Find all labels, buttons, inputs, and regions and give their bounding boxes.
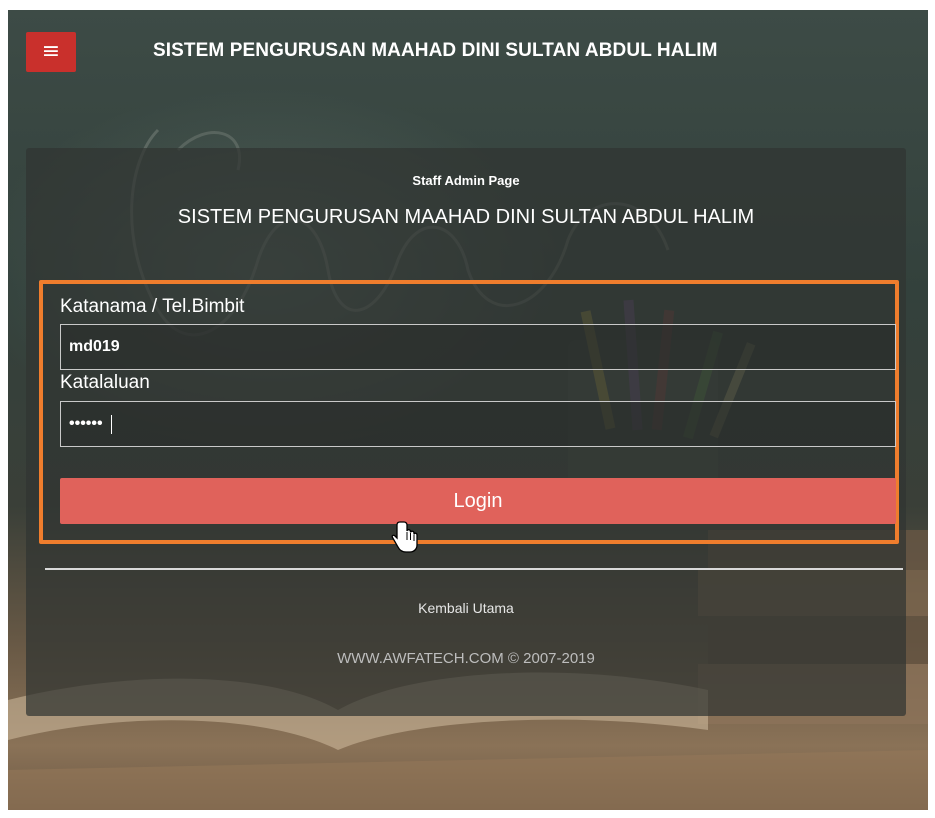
password-input[interactable] bbox=[60, 401, 896, 447]
username-label: Katanama / Tel.Bimbit bbox=[60, 296, 245, 317]
menu-button[interactable]: ≡ bbox=[26, 32, 76, 72]
hamburger-menu-icon: ≡ bbox=[41, 39, 61, 64]
login-panel: Staff Admin Page SISTEM PENGURUSAN MAAHA… bbox=[26, 148, 906, 716]
copyright-text: WWW.AWFATECH.COM © 2007-2019 bbox=[337, 650, 595, 667]
staff-admin-heading: Staff Admin Page bbox=[412, 173, 520, 188]
text-caret bbox=[111, 415, 112, 434]
password-label: Katalaluan bbox=[60, 372, 150, 393]
back-home-link[interactable]: Kembali Utama bbox=[26, 600, 906, 616]
login-button[interactable]: Login bbox=[60, 478, 896, 524]
top-navbar: ≡ SISTEM PENGURUSAN MAAHAD DINI SULTAN A… bbox=[8, 10, 928, 90]
hand-pointer-cursor-icon bbox=[391, 521, 418, 553]
username-input[interactable] bbox=[60, 324, 896, 370]
panel-title: SISTEM PENGURUSAN MAAHAD DINI SULTAN ABD… bbox=[177, 206, 755, 228]
login-form: Katanama / Tel.Bimbit Katalaluan Login bbox=[39, 280, 899, 553]
app-title: SISTEM PENGURUSAN MAAHAD DINI SULTAN ABD… bbox=[153, 40, 718, 61]
divider bbox=[45, 568, 903, 570]
page-background: ≡ SISTEM PENGURUSAN MAAHAD DINI SULTAN A… bbox=[8, 10, 928, 810]
